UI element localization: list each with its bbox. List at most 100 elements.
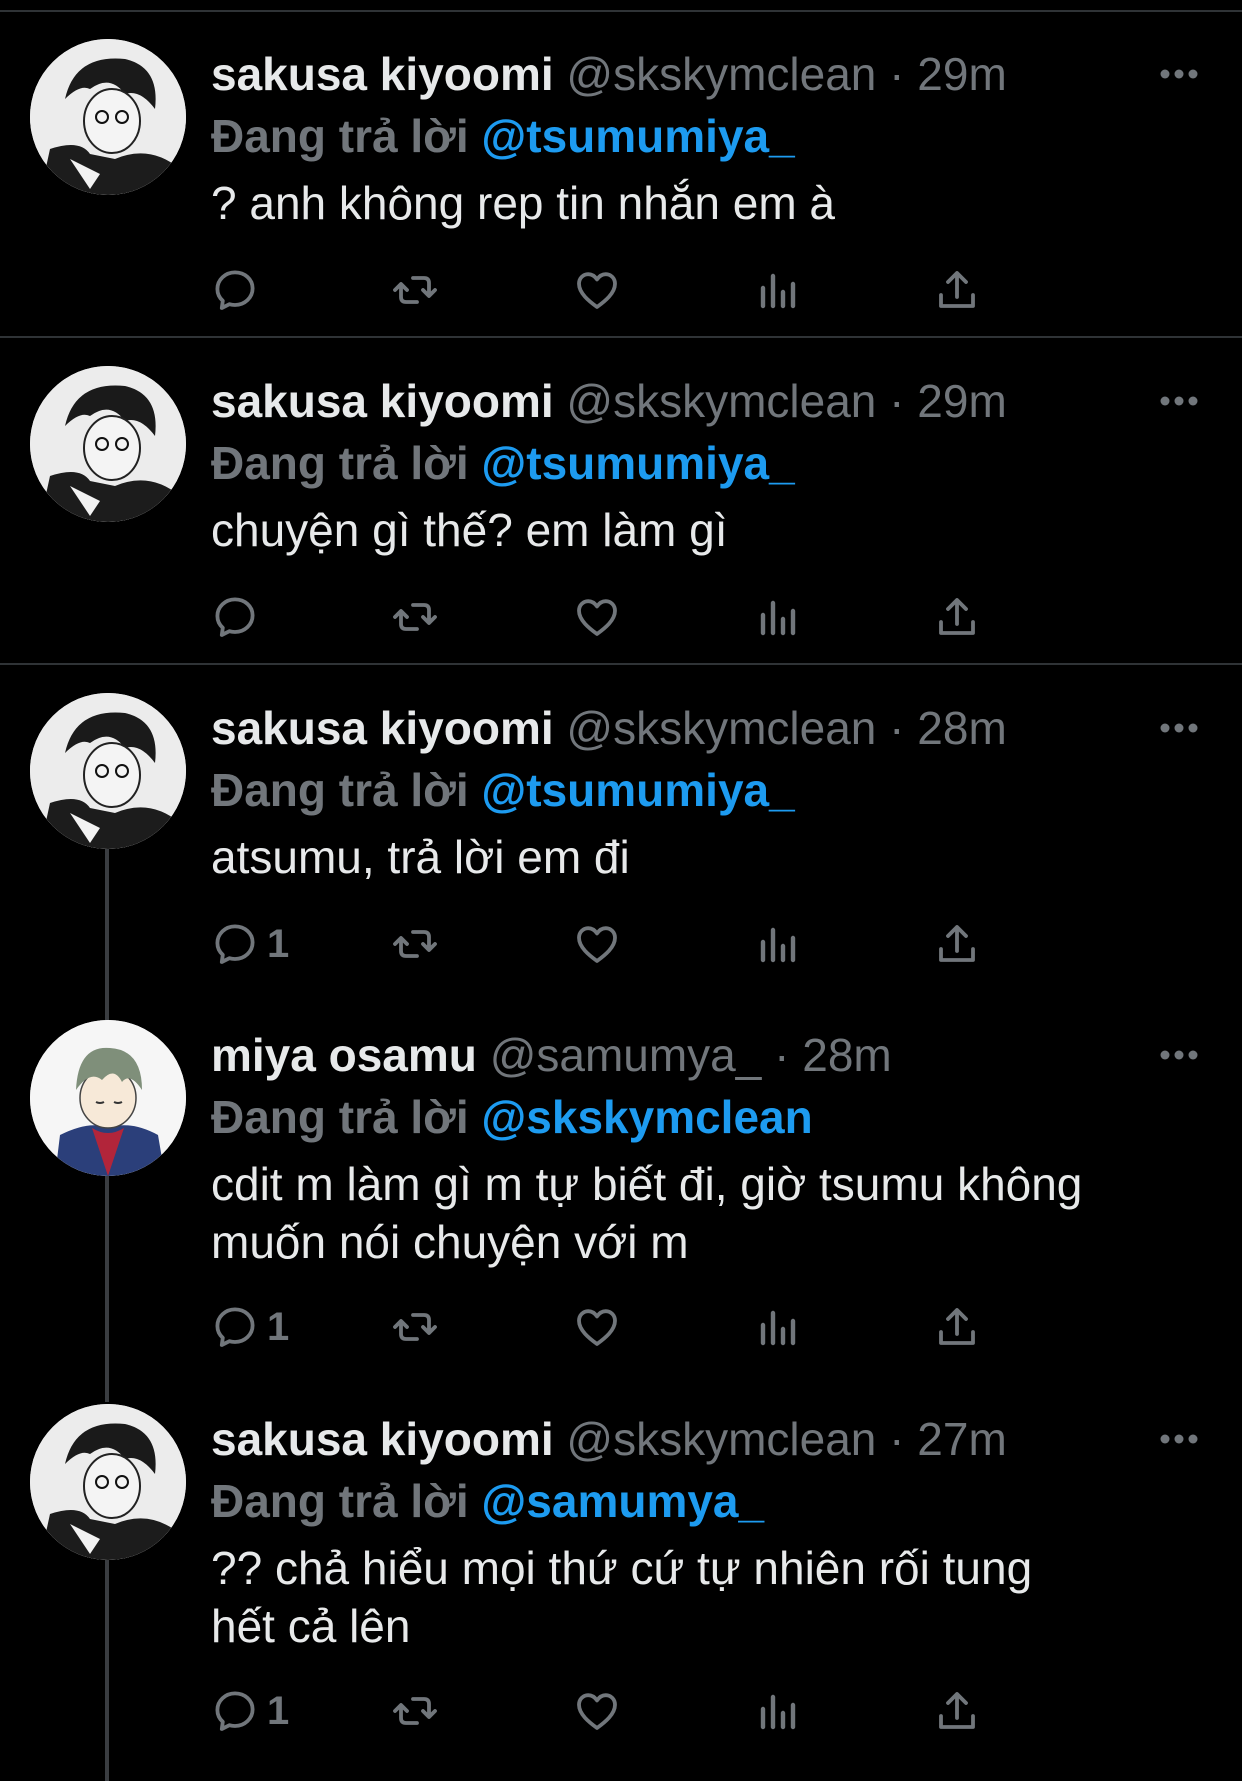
- like-button[interactable]: [573, 1299, 621, 1355]
- avatar-image: [30, 39, 186, 195]
- retweet-button[interactable]: [391, 589, 439, 645]
- reply-button[interactable]: 1: [211, 916, 289, 972]
- heart-icon: [577, 926, 617, 963]
- reply-button[interactable]: 1: [211, 1299, 289, 1355]
- user-handle[interactable]: @skskymclean: [566, 375, 876, 427]
- share-button[interactable]: [933, 916, 981, 972]
- views-button[interactable]: [753, 1299, 801, 1355]
- replying-to: Đang trả lời @tsumumiya_: [211, 106, 795, 166]
- tweet-text-line: ?? chả hiểu mọi thứ cứ tự nhiên rối tung: [211, 1542, 1033, 1594]
- more-options-icon[interactable]: [1155, 44, 1203, 104]
- user-handle[interactable]: @skskymclean: [566, 48, 876, 100]
- avatar[interactable]: [30, 366, 186, 522]
- share-button[interactable]: [933, 589, 981, 645]
- display-name[interactable]: miya osamu: [211, 1029, 477, 1081]
- like-button[interactable]: [573, 916, 621, 972]
- thread-connector: [105, 848, 109, 1020]
- timestamp[interactable]: 29m: [917, 48, 1006, 100]
- avatar[interactable]: [30, 1020, 186, 1176]
- reply-icon: [215, 924, 255, 964]
- thread-connector: [105, 1140, 109, 1402]
- user-handle[interactable]: @skskymclean: [566, 1413, 876, 1465]
- reply-count: 1: [267, 922, 290, 966]
- tweet-header: sakusa kiyoomi @skskymclean · 28m: [211, 698, 1007, 758]
- views-button[interactable]: [753, 1683, 801, 1739]
- tweet-actions: 1: [211, 1299, 1111, 1355]
- reply-button[interactable]: 1: [211, 1683, 289, 1739]
- tweet-text-line: muốn nói chuyện với m: [211, 1216, 689, 1268]
- share-button[interactable]: [933, 1683, 981, 1739]
- views-button[interactable]: [753, 589, 801, 645]
- retweet-button[interactable]: [391, 916, 439, 972]
- bar-chart-icon: [760, 273, 796, 309]
- tweet-text: ? anh không rep tin nhắn em à: [211, 174, 1211, 232]
- timestamp[interactable]: 29m: [917, 375, 1006, 427]
- like-button[interactable]: [573, 1683, 621, 1739]
- reply-button[interactable]: [211, 589, 267, 645]
- replying-to: Đang trả lời @samumya_: [211, 1471, 764, 1531]
- share-button[interactable]: [933, 262, 981, 318]
- retweet-button[interactable]: [391, 262, 439, 318]
- reply-count: 1: [267, 1689, 290, 1733]
- user-handle[interactable]: @skskymclean: [566, 702, 876, 754]
- tweet-header: miya osamu @samumya_ · 28m: [211, 1025, 892, 1085]
- retweet-icon: [393, 276, 437, 304]
- tweet-header: sakusa kiyoomi @skskymclean · 27m: [211, 1409, 1007, 1469]
- avatar-image: [30, 693, 186, 849]
- reply-mention-link[interactable]: @tsumumiya_: [481, 110, 794, 162]
- bar-chart-icon: [760, 1694, 796, 1730]
- views-button[interactable]: [753, 916, 801, 972]
- share-button[interactable]: [933, 1299, 981, 1355]
- replying-to: Đang trả lời @skskymclean: [211, 1087, 813, 1147]
- thread-connector: [105, 1524, 109, 1781]
- reply-mention-link[interactable]: @tsumumiya_: [481, 437, 794, 489]
- avatar-image: [30, 1404, 186, 1560]
- display-name[interactable]: sakusa kiyoomi: [211, 702, 554, 754]
- timestamp[interactable]: 28m: [802, 1029, 891, 1081]
- replying-to-label: Đang trả lời: [211, 1091, 469, 1143]
- separator-dot: ·: [889, 48, 905, 100]
- share-icon: [939, 271, 975, 308]
- display-name[interactable]: sakusa kiyoomi: [211, 48, 554, 100]
- tweet-text-line: cdit m làm gì m tự biết đi, giờ tsumu kh…: [211, 1158, 1083, 1210]
- separator-dot: ·: [889, 375, 905, 427]
- display-name[interactable]: sakusa kiyoomi: [211, 1413, 554, 1465]
- replying-to-label: Đang trả lời: [211, 1475, 469, 1527]
- tweet-actions: 1: [211, 916, 1111, 972]
- separator-dot: ·: [774, 1029, 790, 1081]
- reply-mention-link[interactable]: @tsumumiya_: [481, 764, 794, 816]
- views-button[interactable]: [753, 262, 801, 318]
- more-options-icon[interactable]: [1155, 371, 1203, 431]
- replying-to: Đang trả lời @tsumumiya_: [211, 760, 795, 820]
- timestamp[interactable]: 27m: [917, 1413, 1006, 1465]
- avatar[interactable]: [30, 693, 186, 849]
- share-icon: [939, 925, 975, 962]
- reply-button[interactable]: [211, 262, 267, 318]
- reply-count: 1: [267, 1305, 290, 1349]
- tweet-divider: [0, 336, 1242, 338]
- more-options-icon[interactable]: [1155, 1409, 1203, 1469]
- user-handle[interactable]: @samumya_: [490, 1029, 762, 1081]
- like-button[interactable]: [573, 262, 621, 318]
- reply-icon: [215, 597, 255, 637]
- timestamp[interactable]: 28m: [917, 702, 1006, 754]
- retweet-icon: [393, 603, 437, 631]
- avatar[interactable]: [30, 1404, 186, 1560]
- tweet-text-line: ? anh không rep tin nhắn em à: [211, 177, 836, 229]
- avatar[interactable]: [30, 39, 186, 195]
- reply-mention-link[interactable]: @samumya_: [481, 1475, 764, 1527]
- reply-icon: [215, 1691, 255, 1731]
- reply-mention-link[interactable]: @skskymclean: [481, 1091, 812, 1143]
- heart-icon: [577, 599, 617, 636]
- reply-icon: [215, 1307, 255, 1347]
- like-button[interactable]: [573, 589, 621, 645]
- more-options-icon[interactable]: [1155, 1025, 1203, 1085]
- retweet-button[interactable]: [391, 1299, 439, 1355]
- tweet-header: sakusa kiyoomi @skskymclean · 29m: [211, 371, 1007, 431]
- bar-chart-icon: [760, 927, 796, 963]
- display-name[interactable]: sakusa kiyoomi: [211, 375, 554, 427]
- tweet-actions: [211, 589, 1111, 645]
- more-options-icon[interactable]: [1155, 698, 1203, 758]
- retweet-button[interactable]: [391, 1683, 439, 1739]
- separator-dot: ·: [889, 1413, 905, 1465]
